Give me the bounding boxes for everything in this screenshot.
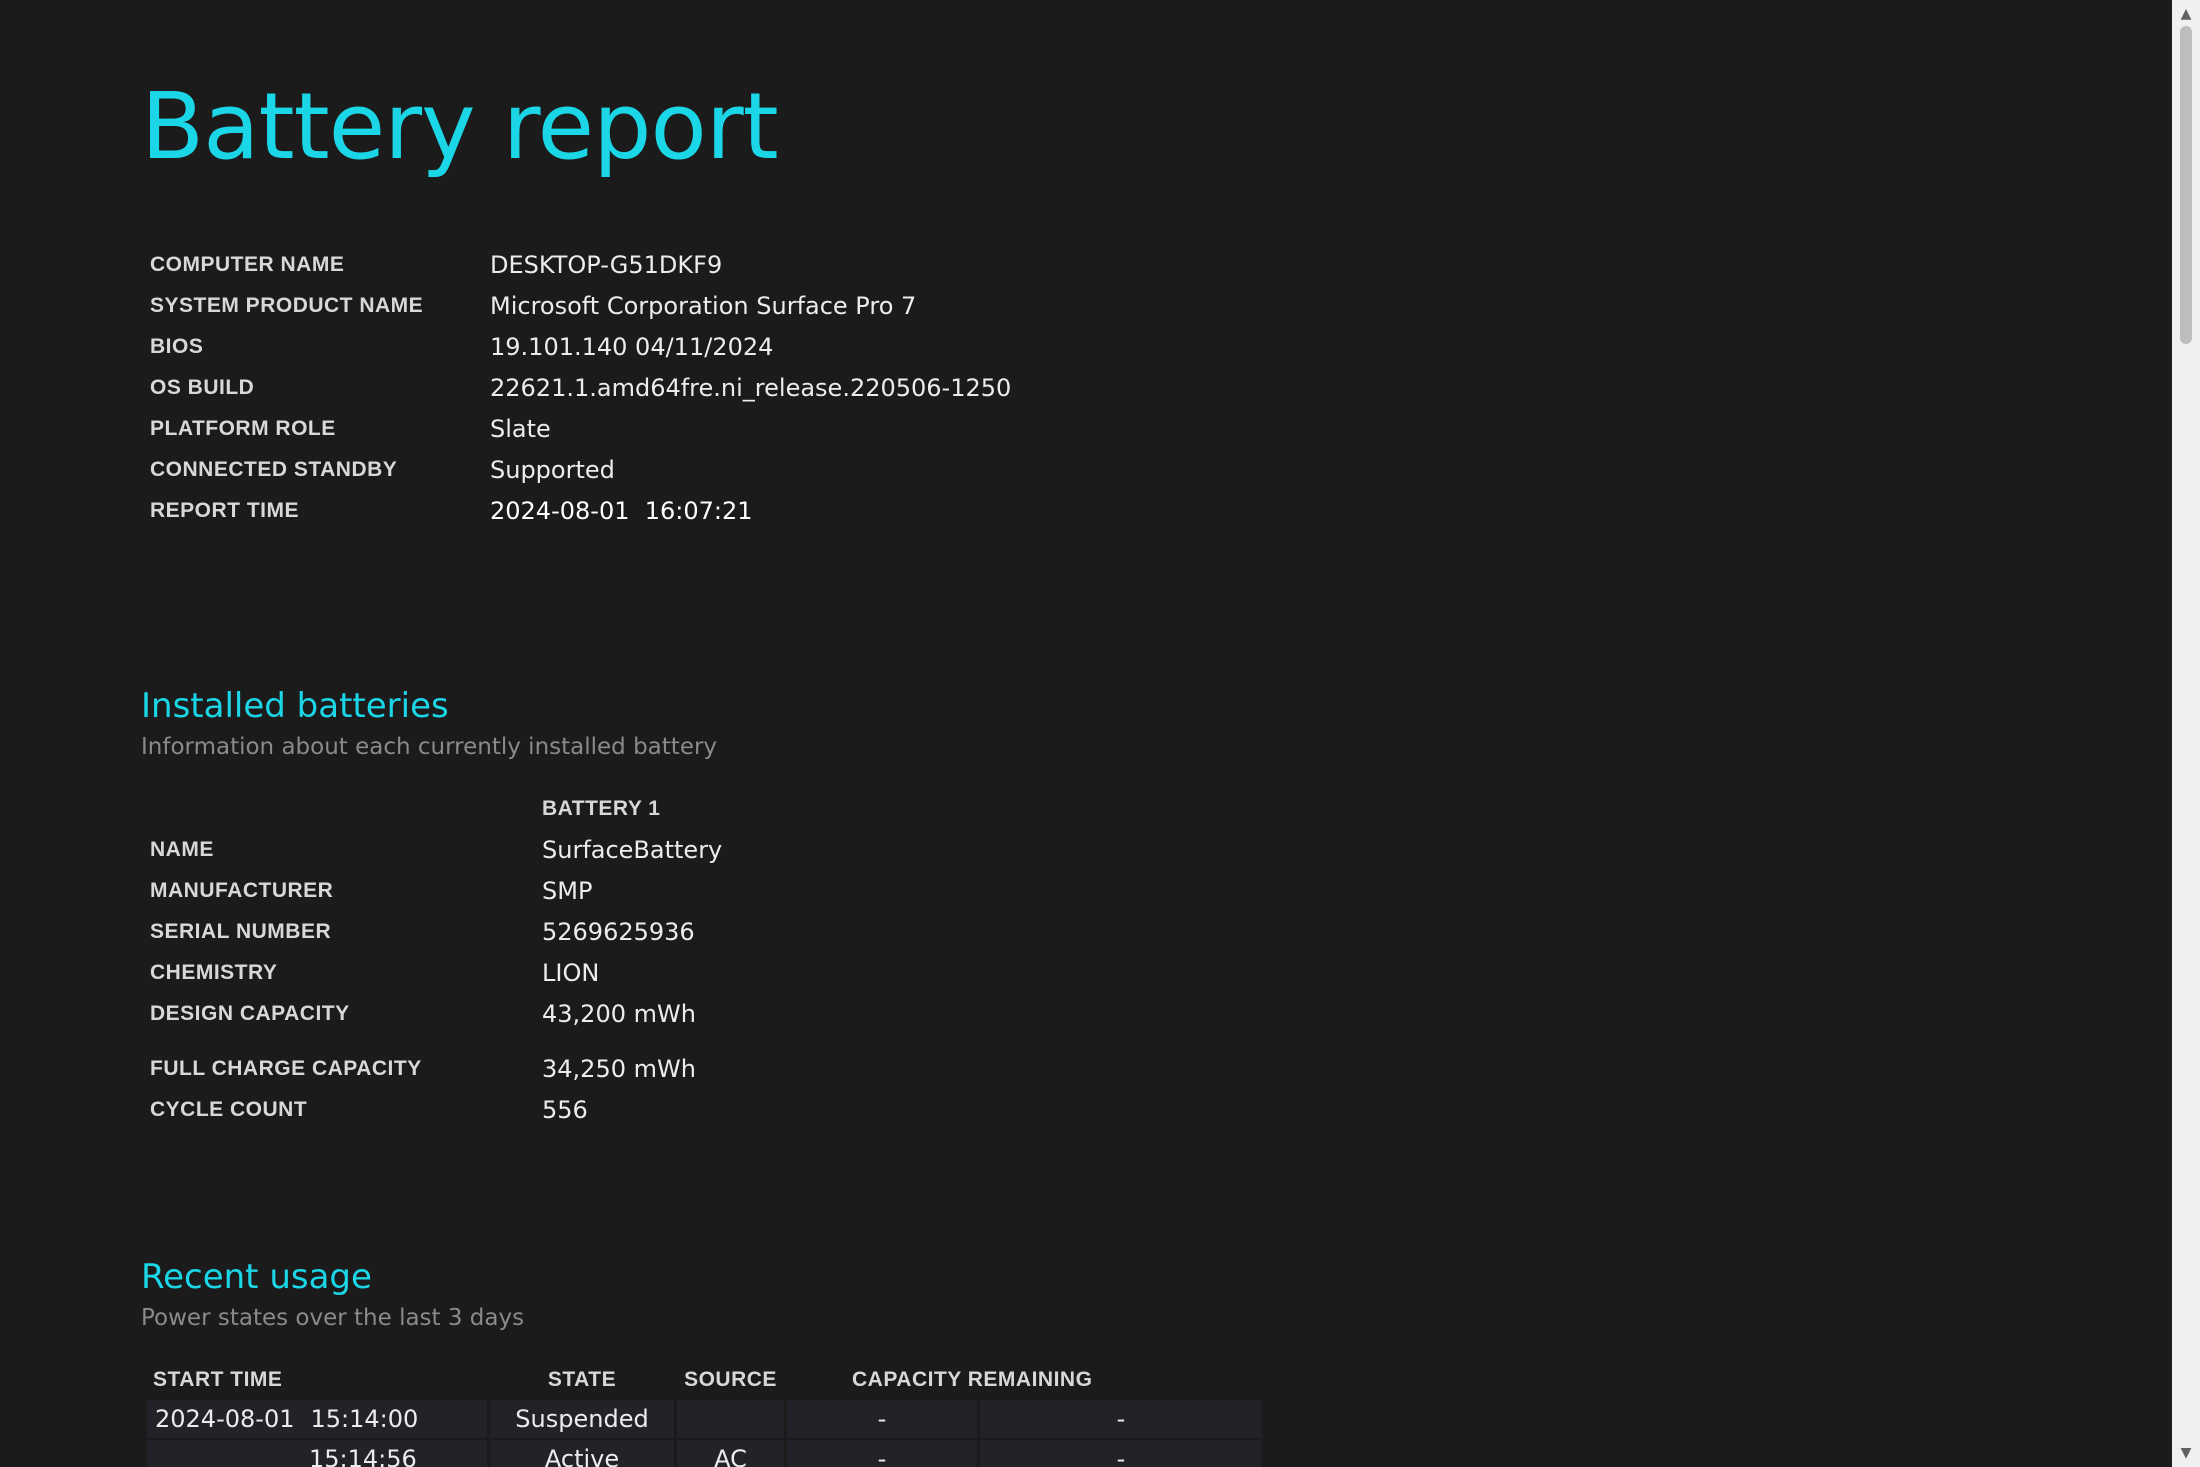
- start-time-cell: 15:14:56: [147, 1440, 487, 1467]
- battery-label: MANUFACTURER: [150, 878, 334, 902]
- battery-label: FULL CHARGE CAPACITY: [150, 1056, 422, 1080]
- battery-value: 34,250 mWh: [542, 1054, 696, 1083]
- state-cell: Suspended: [490, 1400, 674, 1440]
- battery-header-row: BATTERY 1: [150, 788, 722, 829]
- battery-row: DESIGN CAPACITY 43,200 mWh: [150, 993, 722, 1034]
- info-label: REPORT TIME: [150, 498, 300, 522]
- battery-value: LION: [542, 958, 600, 987]
- battery-value: SurfaceBattery: [542, 835, 723, 864]
- battery-row: FULL CHARGE CAPACITY 34,250 mWh: [150, 1034, 722, 1089]
- capacity-remaining-header: CAPACITY REMAINING: [852, 1368, 1093, 1391]
- info-label: OS BUILD: [150, 375, 255, 399]
- installed-batteries-heading: Installed batteries: [141, 686, 449, 726]
- battery-row: SERIAL NUMBER 5269625936: [150, 911, 722, 952]
- info-row: REPORT TIME 2024-08-01 16:07:21: [150, 490, 1011, 531]
- info-label: SYSTEM PRODUCT NAME: [150, 293, 424, 317]
- battery-row: MANUFACTURER SMP: [150, 870, 722, 911]
- info-value: Slate: [490, 414, 551, 443]
- info-row: BIOS 19.101.140 04/11/2024: [150, 326, 1011, 367]
- state-header: STATE: [547, 1368, 617, 1391]
- info-label: BIOS: [150, 334, 204, 358]
- capacity-percent-cell: -: [787, 1400, 977, 1440]
- battery-label: DESIGN CAPACITY: [150, 1001, 350, 1025]
- vertical-scrollbar[interactable]: ▲ ▼: [2172, 0, 2200, 1467]
- battery-row: CYCLE COUNT 556: [150, 1089, 722, 1130]
- capacity-percent-cell: -: [787, 1440, 977, 1467]
- scroll-up-arrow-icon[interactable]: ▲: [2172, 4, 2200, 24]
- battery-value: SMP: [542, 876, 593, 905]
- battery-label: NAME: [150, 837, 214, 861]
- battery-row: NAME SurfaceBattery: [150, 829, 722, 870]
- info-label: COMPUTER NAME: [150, 252, 345, 276]
- info-row: PLATFORM ROLE Slate: [150, 408, 1011, 449]
- info-value: 22621.1.amd64fre.ni_release.220506-1250: [490, 373, 1012, 402]
- installed-batteries-table: BATTERY 1 NAME SurfaceBattery MANUFACTURE…: [150, 788, 722, 1130]
- battery-label: CHEMISTRY: [150, 960, 278, 984]
- battery-label: SERIAL NUMBER: [150, 919, 332, 943]
- recent-usage-heading: Recent usage: [141, 1257, 372, 1297]
- capacity-mwh-cell: -: [980, 1400, 1262, 1440]
- start-time-cell: 2024-08-01 15:14:00: [147, 1400, 487, 1440]
- battery-value: 43,200 mWh: [542, 999, 696, 1028]
- capacity-mwh-cell: -: [980, 1440, 1262, 1467]
- info-label: CONNECTED STANDBY: [150, 457, 398, 481]
- system-info-table: COMPUTER NAME DESKTOP-G51DKF9 SYSTEM PROD…: [150, 244, 1011, 531]
- info-row: SYSTEM PRODUCT NAME Microsoft Corporation…: [150, 285, 1011, 326]
- info-value: Microsoft Corporation Surface Pro 7: [490, 291, 917, 320]
- scrollbar-thumb[interactable]: [2180, 26, 2192, 344]
- battery-label: CYCLE COUNT: [150, 1097, 308, 1121]
- installed-batteries-subtitle: Information about each currently install…: [141, 734, 718, 760]
- source-cell: [677, 1400, 784, 1440]
- info-row: OS BUILD 22621.1.amd64fre.ni_release.2205…: [150, 367, 1011, 408]
- recent-usage-table: START TIME STATE SOURCE CAPACITY REMAINI…: [144, 1360, 1265, 1467]
- battery-value: 5269625936: [542, 917, 695, 946]
- source-header: SOURCE: [684, 1368, 777, 1391]
- battery-row: CHEMISTRY LION: [150, 952, 722, 993]
- recent-usage-subtitle: Power states over the last 3 days: [141, 1305, 525, 1331]
- start-date: 2024-08-01: [155, 1405, 295, 1433]
- info-label: PLATFORM ROLE: [150, 416, 336, 440]
- info-value: Supported: [490, 455, 615, 484]
- info-row: CONNECTED STANDBY Supported: [150, 449, 1011, 490]
- source-cell: AC: [677, 1440, 784, 1467]
- usage-header-row: START TIME STATE SOURCE CAPACITY REMAINI…: [147, 1360, 1262, 1400]
- battery-report-page: Battery report COMPUTER NAME DESKTOP-G51D…: [0, 0, 2172, 1467]
- start-time: 15:14:00: [310, 1405, 419, 1433]
- battery-column-header: BATTERY 1: [542, 796, 661, 820]
- table-row: 2024-08-01 15:14:00 Suspended - -: [147, 1400, 1262, 1440]
- page-title: Battery report: [141, 73, 779, 180]
- report-time-value: 2024-08-01 16:07:21: [490, 496, 753, 525]
- state-cell: Active: [490, 1440, 674, 1467]
- info-value: 19.101.140 04/11/2024: [490, 332, 774, 361]
- start-time-header: START TIME: [153, 1368, 283, 1391]
- info-row: COMPUTER NAME DESKTOP-G51DKF9: [150, 244, 1011, 285]
- battery-value: 556: [542, 1095, 588, 1124]
- scroll-down-arrow-icon[interactable]: ▼: [2172, 1443, 2200, 1463]
- start-time: 15:14:56: [309, 1445, 417, 1467]
- table-row: 15:14:56 Active AC - -: [147, 1440, 1262, 1467]
- info-value: DESKTOP-G51DKF9: [490, 250, 723, 279]
